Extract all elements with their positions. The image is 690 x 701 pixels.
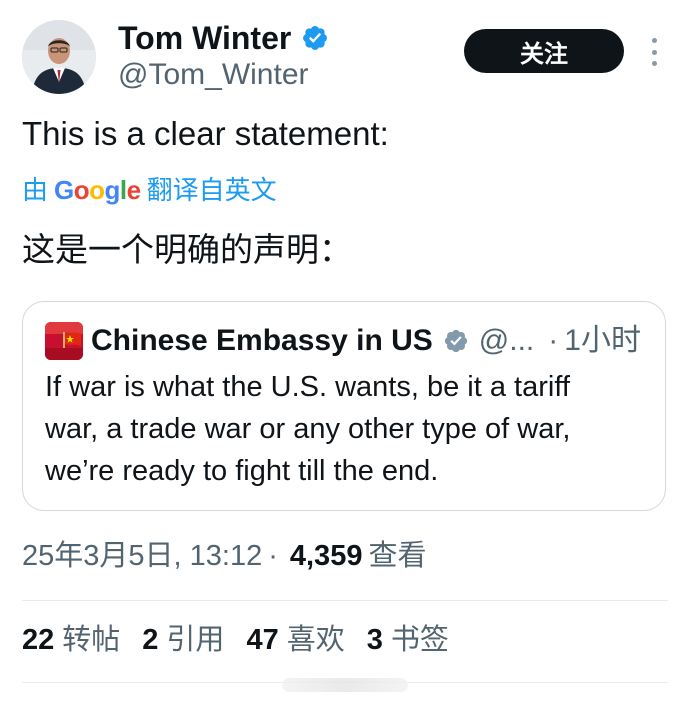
meta-separator: · (268, 540, 278, 572)
more-vertical-icon[interactable] (644, 38, 664, 66)
quote-header: Chinese Embassy in US @... · 1小时 (91, 320, 641, 362)
more-dot (651, 61, 657, 66)
blurred-watermark (282, 678, 408, 692)
quote-text-line: we’re ready to fight till the end. (45, 455, 439, 487)
translated-by-google-link[interactable]: 由 Google 翻译自英文 (22, 172, 277, 208)
more-dot (651, 49, 657, 55)
author-avatar[interactable] (22, 20, 96, 94)
tweet-timestamp[interactable]: 25年3月5日, 13:12 (22, 536, 262, 576)
stat-reposts[interactable]: 22 转帖 (22, 620, 120, 660)
quote-author-name[interactable]: Chinese Embassy in US (91, 320, 433, 362)
translated-by-suffix: 翻译自英文 (146, 175, 277, 205)
stat-bookmarks[interactable]: 3 书签 (367, 620, 449, 660)
stat-label: 喜欢 (286, 624, 345, 656)
quote-separator: · (548, 324, 559, 357)
engagement-stats: 22 转帖 2 引用 47 喜欢 3 书签 (22, 620, 471, 660)
stat-label: 书签 (390, 624, 449, 656)
flag-avatar (45, 322, 83, 360)
translated-by-prefix: 由 (22, 175, 49, 205)
stat-number: 47 (246, 624, 279, 656)
tweet-meta: 25年3月5日, 13:12 · 4,359 查看 (22, 536, 426, 576)
gray-verified-badge-icon (444, 329, 467, 353)
views-count: 4,359 (289, 540, 363, 572)
follow-button[interactable]: 关注 (464, 29, 624, 73)
quoted-tweet-card[interactable]: Chinese Embassy in US @... · 1小时 If war … (22, 301, 666, 511)
quote-text-line: war, a trade war or any other type of wa… (45, 413, 571, 445)
stat-number: 22 (22, 624, 55, 656)
stat-number: 2 (142, 624, 159, 656)
quote-text: If war is what the U.S. wants, be it a t… (45, 366, 655, 492)
avatar-photo (22, 20, 96, 94)
stat-quotes[interactable]: 2 引用 (142, 620, 224, 660)
author-handle[interactable]: @Tom_Winter (118, 56, 309, 94)
verified-badge-icon (303, 26, 328, 50)
more-dot (651, 38, 657, 43)
translated-tweet-text: 这是一个明确的声明： (22, 231, 352, 268)
google-logo: Google (54, 175, 141, 205)
stat-label: 转帖 (62, 624, 121, 656)
stat-label: 引用 (166, 624, 225, 656)
quote-author-handle[interactable]: @... (479, 320, 534, 362)
quote-author-avatar[interactable] (45, 322, 83, 360)
author-display-name[interactable]: Tom Winter (118, 18, 291, 58)
quote-text-line: If war is what the U.S. wants, be it a t… (45, 371, 570, 403)
tweet-text: This is a clear statement: (22, 115, 389, 152)
quote-timestamp[interactable]: 1小时 (564, 320, 641, 362)
views-label: 查看 (368, 540, 427, 572)
author-name-row[interactable]: Tom Winter (118, 18, 329, 58)
stat-number: 3 (366, 624, 383, 656)
stat-likes[interactable]: 47 喜欢 (246, 620, 344, 660)
divider (22, 600, 668, 601)
